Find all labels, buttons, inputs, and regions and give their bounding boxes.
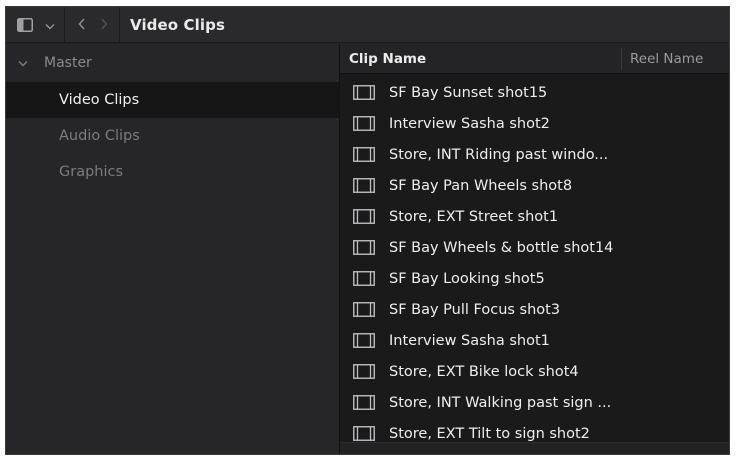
table-row[interactable]: SF Bay Looking shot5 <box>340 263 729 294</box>
clip-name: SF Bay Pull Focus shot3 <box>389 301 561 318</box>
clip-name: Store, INT Walking past sign ... <box>389 394 612 411</box>
chevron-left-icon <box>78 15 86 34</box>
clip-list-panel: Clip Name Reel Name SF Bay Sunset shot15… <box>339 44 729 454</box>
film-clip-icon <box>353 426 375 441</box>
clip-list: SF Bay Sunset shot15 Interview Sasha shot… <box>340 74 729 449</box>
list-header: Clip Name Reel Name <box>340 44 729 74</box>
sidebar-toggle-icon <box>17 17 33 32</box>
clip-name: Store, EXT Street shot1 <box>389 208 559 225</box>
sidebar-toggle-button[interactable] <box>10 7 40 43</box>
clip-name: SF Bay Looking shot5 <box>389 270 545 287</box>
film-clip-icon <box>353 147 375 162</box>
film-clip-icon <box>353 178 375 193</box>
table-row[interactable]: Interview Sasha shot1 <box>340 325 729 356</box>
chevron-right-icon <box>100 15 108 34</box>
clip-name: SF Bay Sunset shot15 <box>389 84 548 101</box>
chevron-down-icon <box>45 15 55 34</box>
film-clip-icon <box>353 209 375 224</box>
table-row[interactable]: Store, EXT Street shot1 <box>340 201 729 232</box>
film-clip-icon <box>353 271 375 286</box>
clip-name: SF Bay Pan Wheels shot8 <box>389 177 573 194</box>
clip-name: Store, EXT Bike lock shot4 <box>389 363 579 380</box>
sidebar-item-master[interactable]: Master <box>6 44 339 82</box>
sidebar-item-graphics[interactable]: Graphics <box>6 154 339 190</box>
table-row[interactable]: Store, INT Riding past windo... <box>340 139 729 170</box>
film-clip-icon <box>353 85 375 100</box>
clip-name: Store, EXT Tilt to sign shot2 <box>389 425 590 442</box>
film-clip-icon <box>353 302 375 317</box>
bin-sidebar: Master Video Clips Audio Clips Graphics <box>6 44 339 454</box>
film-clip-icon <box>353 364 375 379</box>
sidebar-item-audio-clips[interactable]: Audio Clips <box>6 118 339 154</box>
toolbar-divider <box>64 7 65 43</box>
current-bin-title: Video Clips <box>130 15 225 34</box>
table-row[interactable]: SF Bay Pull Focus shot3 <box>340 294 729 325</box>
table-row[interactable]: SF Bay Pan Wheels shot8 <box>340 170 729 201</box>
list-footer <box>340 442 729 454</box>
sidebar-item-label: Master <box>44 55 92 71</box>
table-row[interactable]: Interview Sasha shot2 <box>340 108 729 139</box>
bin-dropdown-button[interactable] <box>40 7 60 43</box>
table-row[interactable]: Store, INT Walking past sign ... <box>340 387 729 418</box>
film-clip-icon <box>353 240 375 255</box>
toolbar-divider <box>119 7 120 43</box>
chevron-down-icon[interactable] <box>18 60 36 67</box>
sidebar-item-video-clips[interactable]: Video Clips <box>6 82 339 118</box>
media-pool-window: Video Clips Master Video Clips Audio Cli… <box>5 6 730 455</box>
table-row[interactable]: Store, EXT Bike lock shot4 <box>340 356 729 387</box>
film-clip-icon <box>353 333 375 348</box>
table-row[interactable]: SF Bay Sunset shot15 <box>340 77 729 108</box>
toolbar: Video Clips <box>6 7 729 43</box>
clip-name: Store, INT Riding past windo... <box>389 146 609 163</box>
back-button[interactable] <box>71 7 93 43</box>
table-row[interactable]: SF Bay Wheels & bottle shot14 <box>340 232 729 263</box>
sidebar-item-label: Audio Clips <box>59 128 140 144</box>
sidebar-item-label: Video Clips <box>59 92 140 108</box>
clip-name: SF Bay Wheels & bottle shot14 <box>389 239 614 256</box>
column-header-reel-name[interactable]: Reel Name <box>622 51 703 67</box>
film-clip-icon <box>353 116 375 131</box>
column-header-clip-name[interactable]: Clip Name <box>340 51 621 67</box>
clip-name: Interview Sasha shot1 <box>389 332 550 349</box>
film-clip-icon <box>353 395 375 410</box>
clip-name: Interview Sasha shot2 <box>389 115 550 132</box>
forward-button[interactable] <box>93 7 115 43</box>
sidebar-item-label: Graphics <box>59 164 124 180</box>
